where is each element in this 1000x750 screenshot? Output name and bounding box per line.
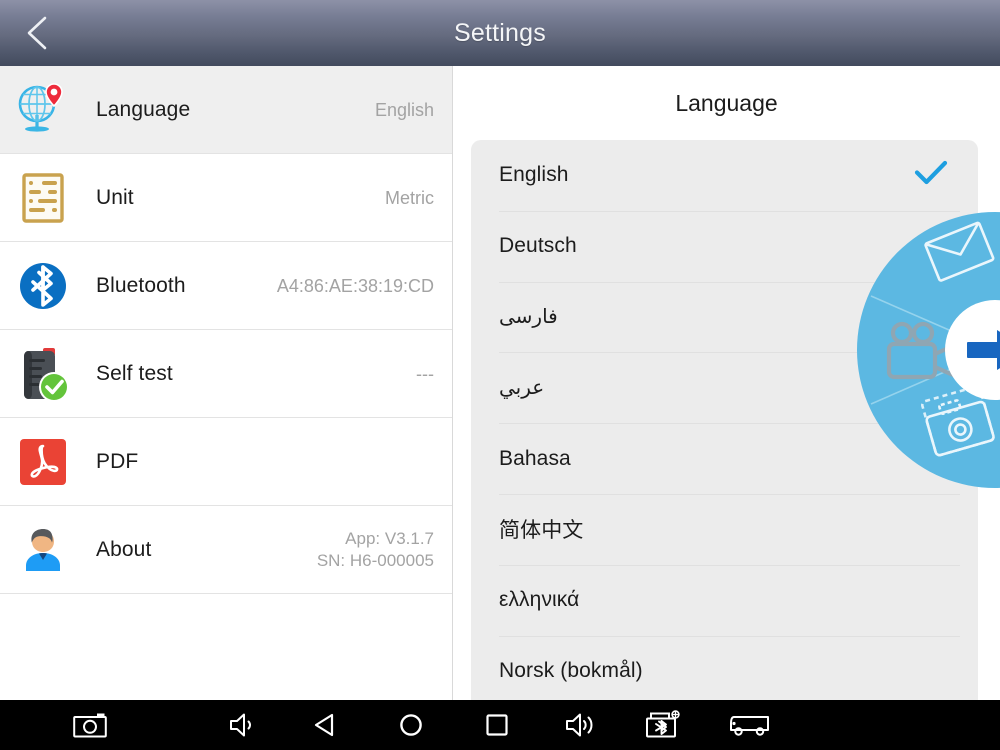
language-option-farsi[interactable]: فارسی <box>471 281 978 353</box>
sidebar-item-pdf[interactable]: PDF <box>0 418 452 506</box>
language-option-deutsch[interactable]: Deutsch <box>471 210 978 282</box>
device-check-icon <box>12 343 74 405</box>
sidebar-empty-space <box>0 594 452 634</box>
settings-screen: Settings Language English Unit Metric Bl… <box>0 0 1000 750</box>
chevron-left-icon <box>27 16 47 50</box>
language-list: English Deutsch فارسی عربي Bahasa 简体中文 ε… <box>471 140 978 700</box>
sidebar-item-language[interactable]: Language English <box>0 66 452 154</box>
truck-icon[interactable] <box>722 700 780 750</box>
language-option-simplified-chinese[interactable]: 简体中文 <box>471 493 978 565</box>
language-label: Norsk (bokmål) <box>499 658 643 682</box>
sidebar-item-value: English <box>374 99 434 120</box>
globe-pin-icon <box>12 79 74 141</box>
recents-square-icon[interactable] <box>472 700 522 750</box>
sidebar-item-about[interactable]: About App: V3.1.7 SN: H6-000005 <box>0 506 452 594</box>
language-label: فارسی <box>499 306 558 329</box>
app-header: Settings <box>0 0 1000 66</box>
bluetooth-icon <box>12 255 74 317</box>
language-label: 简体中文 <box>499 519 584 543</box>
language-option-english[interactable]: English <box>471 140 978 211</box>
bluetooth-box-icon[interactable] <box>637 700 691 750</box>
language-option-greek[interactable]: ελληνικά <box>471 564 978 636</box>
check-icon <box>914 160 948 191</box>
language-panel-title: Language <box>675 90 778 116</box>
sidebar-item-bluetooth[interactable]: Bluetooth A4:86:AE:38:19:CD <box>0 242 452 330</box>
sidebar-item-label: Self test <box>96 361 173 385</box>
language-label: English <box>499 163 569 187</box>
pdf-icon <box>12 431 74 493</box>
sidebar-item-label: Bluetooth <box>96 273 186 297</box>
sidebar-item-value: --- <box>416 363 434 384</box>
sidebar-item-label: Unit <box>96 185 134 209</box>
android-navigation-bar <box>0 700 1000 750</box>
camera-icon[interactable] <box>62 700 118 750</box>
sidebar-item-self-test[interactable]: Self test --- <box>0 330 452 418</box>
language-option-bahasa[interactable]: Bahasa <box>471 423 978 494</box>
sidebar-item-label: Language <box>96 97 191 121</box>
abacus-icon <box>12 167 74 229</box>
back-button[interactable] <box>8 0 68 66</box>
language-option-arabic[interactable]: عربي <box>471 352 978 423</box>
language-label: Deutsch <box>499 234 577 258</box>
sidebar-item-label: PDF <box>96 449 139 473</box>
back-triangle-icon[interactable] <box>300 700 350 750</box>
language-label: ελληνικά <box>499 588 580 612</box>
volume-up-icon[interactable] <box>555 700 607 750</box>
sidebar-item-value: A4:86:AE:38:19:CD <box>276 275 434 296</box>
volume-down-icon[interactable] <box>218 700 270 750</box>
sidebar-item-label: About <box>96 537 152 561</box>
avatar-icon <box>12 519 74 581</box>
page-title: Settings <box>454 18 546 47</box>
language-panel: Language English Deutsch فارسی عربي Baha… <box>453 66 1000 700</box>
sidebar-item-unit[interactable]: Unit Metric <box>0 154 452 242</box>
home-circle-icon[interactable] <box>386 700 436 750</box>
language-option-norsk[interactable]: Norsk (bokmål) <box>471 635 978 700</box>
language-label: Bahasa <box>499 446 571 470</box>
settings-sidebar: Language English Unit Metric Bluetooth A… <box>0 66 453 700</box>
sidebar-item-value: App: V3.1.7 SN: H6-000005 <box>316 528 434 570</box>
sidebar-item-value: Metric <box>385 187 434 208</box>
language-label: عربي <box>499 377 545 400</box>
